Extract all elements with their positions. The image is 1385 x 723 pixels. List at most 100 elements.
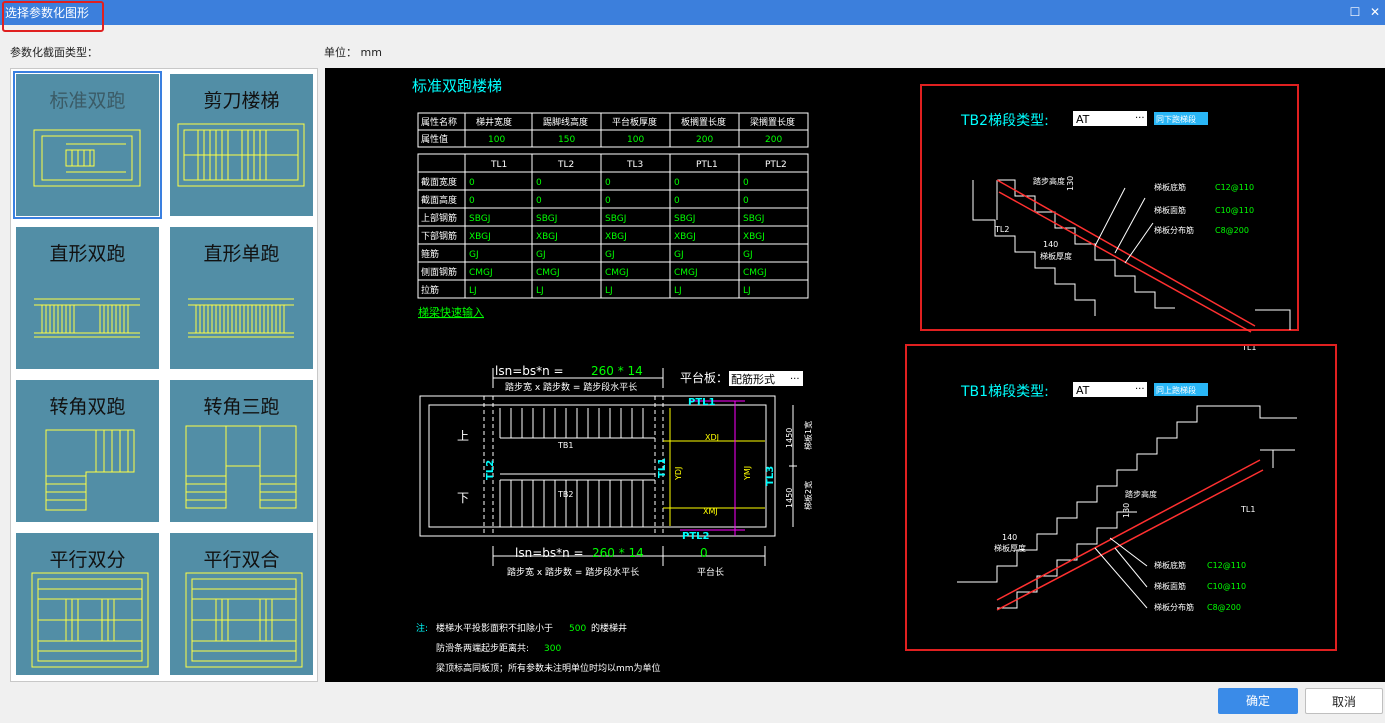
- t2-cell[interactable]: 0: [743, 196, 749, 206]
- ellipsis-icon[interactable]: ···: [1135, 113, 1145, 124]
- t2-cell[interactable]: GJ: [536, 250, 546, 260]
- tb1-top-bar-label: 梯板面筋: [1154, 581, 1186, 591]
- platform-value[interactable]: 配筋形式: [731, 372, 775, 386]
- tb2-type-label: TB2梯段类型:: [960, 113, 1049, 129]
- t2-cell[interactable]: CMGJ: [743, 268, 767, 278]
- t1-value[interactable]: 200: [765, 135, 782, 145]
- t2-cell[interactable]: 0: [674, 196, 680, 206]
- thumb-parallel-merge[interactable]: 平行双合: [170, 533, 313, 675]
- t2-cell[interactable]: 0: [605, 178, 611, 188]
- tl3-label: TL3: [765, 466, 776, 486]
- t2-column-header: TL1: [490, 160, 507, 170]
- t2-cell[interactable]: 0: [743, 178, 749, 188]
- ok-button[interactable]: 确定: [1218, 688, 1298, 714]
- tb1-sh-value[interactable]: 130: [1122, 503, 1131, 518]
- t2-cell[interactable]: CMGJ: [536, 268, 560, 278]
- tb2-type-value[interactable]: AT: [1076, 113, 1090, 126]
- t2-cell[interactable]: GJ: [674, 250, 684, 260]
- tb2-dist-bar-label: 梯板分布筋: [1154, 225, 1194, 235]
- close-icon[interactable]: ✕: [1366, 3, 1384, 21]
- t2-cell[interactable]: 0: [536, 196, 542, 206]
- t2-row-label: 侧面钢筋: [421, 266, 457, 278]
- tb2-dist-bar-value[interactable]: C8@200: [1215, 226, 1249, 235]
- t2-cell[interactable]: 0: [605, 196, 611, 206]
- t2-cell[interactable]: SBGJ: [469, 214, 490, 224]
- t2-cell[interactable]: XBGJ: [469, 232, 491, 242]
- tb1-step-height-label: 踏步高度: [1125, 489, 1157, 499]
- tb2-top-bar-label: 梯板面筋: [1154, 205, 1186, 215]
- dim2-value[interactable]: 1450: [785, 488, 794, 508]
- t2-cell[interactable]: SBGJ: [674, 214, 695, 224]
- t1-value[interactable]: 200: [696, 135, 713, 145]
- t2-cell[interactable]: XBGJ: [605, 232, 627, 242]
- note2-value[interactable]: 300: [544, 644, 561, 654]
- ellipsis-icon[interactable]: ···: [1135, 384, 1145, 395]
- tb1-type-value[interactable]: AT: [1076, 384, 1090, 397]
- t2-cell[interactable]: CMGJ: [674, 268, 698, 278]
- platform-len-caption: 平台长: [697, 566, 724, 578]
- tb2-bottom-bar-value[interactable]: C12@110: [1215, 183, 1254, 192]
- top-formula: lsn=bs*n =: [495, 364, 564, 378]
- tb1-thickness-value[interactable]: 140: [1002, 533, 1017, 542]
- tb1-top-bar-value[interactable]: C10@110: [1207, 582, 1246, 591]
- bottom-value[interactable]: 260 * 14: [592, 546, 644, 560]
- thumb-straight-double[interactable]: 直形双跑: [16, 227, 159, 369]
- tb2-thickness-value[interactable]: 140: [1043, 240, 1058, 249]
- t2-cell[interactable]: XBGJ: [743, 232, 765, 242]
- thumb-corner-double[interactable]: 转角双跑: [16, 380, 159, 522]
- dim1-value[interactable]: 1450: [785, 428, 794, 448]
- t1-value[interactable]: 150: [558, 135, 575, 145]
- t2-cell[interactable]: 0: [469, 178, 475, 188]
- t1-header: 梯井宽度: [476, 116, 512, 128]
- t2-cell[interactable]: 0: [469, 196, 475, 206]
- t2-cell[interactable]: 0: [536, 178, 542, 188]
- tb1-bottom-bar-value[interactable]: C12@110: [1207, 561, 1246, 570]
- ellipsis-icon[interactable]: ···: [790, 374, 800, 385]
- tb1-dist-bar-value[interactable]: C8@200: [1207, 603, 1241, 612]
- platform-len-value[interactable]: 0: [700, 546, 708, 560]
- t2-cell[interactable]: SBGJ: [536, 214, 557, 224]
- tl2-label: TL2: [485, 460, 496, 480]
- top-value[interactable]: 260 * 14: [591, 364, 643, 378]
- quick-beam-input-link[interactable]: 梯梁快速输入: [418, 305, 484, 319]
- cancel-button[interactable]: 取消: [1305, 688, 1383, 714]
- note1-a: 楼梯水平投影面积不扣除小于: [436, 622, 553, 634]
- t2-cell[interactable]: CMGJ: [605, 268, 629, 278]
- up-label: 上: [457, 429, 469, 443]
- t2-cell[interactable]: LJ: [674, 286, 682, 296]
- t2-cell[interactable]: CMGJ: [469, 268, 493, 278]
- t2-cell[interactable]: LJ: [743, 286, 751, 296]
- t2-cell[interactable]: GJ: [743, 250, 753, 260]
- bottom-caption: 踏步宽 x 踏步数 = 踏步段水平长: [507, 566, 639, 578]
- thumb-parallel-split[interactable]: 平行双分: [16, 533, 159, 675]
- thumb-straight-single[interactable]: 直形单跑: [170, 227, 313, 369]
- t2-cell[interactable]: LJ: [605, 286, 613, 296]
- svg-text:同下跑梯段: 同下跑梯段: [1156, 114, 1196, 124]
- ptl1-label: PTL1: [688, 397, 716, 408]
- section-type-label: 参数化截面类型：: [10, 46, 98, 59]
- tb2-sh-value[interactable]: 130: [1066, 176, 1075, 191]
- thumb-scissors-stair[interactable]: 剪刀楼梯: [170, 74, 313, 216]
- tb2-step-height-label: 踏步高度: [1033, 176, 1065, 186]
- maximize-icon[interactable]: ☐: [1346, 3, 1364, 21]
- t2-cell[interactable]: SBGJ: [743, 214, 764, 224]
- note1-value[interactable]: 500: [569, 624, 586, 634]
- tb2-tl2-label: TL2: [994, 225, 1009, 234]
- t1-value[interactable]: 100: [488, 135, 505, 145]
- t2-cell[interactable]: XBGJ: [674, 232, 696, 242]
- t2-cell[interactable]: XBGJ: [536, 232, 558, 242]
- t2-cell[interactable]: LJ: [469, 286, 477, 296]
- t1-value[interactable]: 100: [627, 135, 644, 145]
- thumb-corner-triple[interactable]: 转角三跑: [170, 380, 313, 522]
- preview-title: 标准双跑楼梯: [412, 77, 502, 95]
- t2-cell[interactable]: LJ: [536, 286, 544, 296]
- t2-cell[interactable]: GJ: [469, 250, 479, 260]
- xdj-label: XDJ: [705, 433, 719, 442]
- t2-cell[interactable]: 0: [674, 178, 680, 188]
- tb2-top-bar-value[interactable]: C10@110: [1215, 206, 1254, 215]
- ydj-label: YDJ: [674, 467, 683, 481]
- unit-label: 单位： mm: [324, 46, 382, 59]
- t2-column-header: PTL1: [696, 160, 718, 170]
- t2-cell[interactable]: SBGJ: [605, 214, 626, 224]
- t2-cell[interactable]: GJ: [605, 250, 615, 260]
